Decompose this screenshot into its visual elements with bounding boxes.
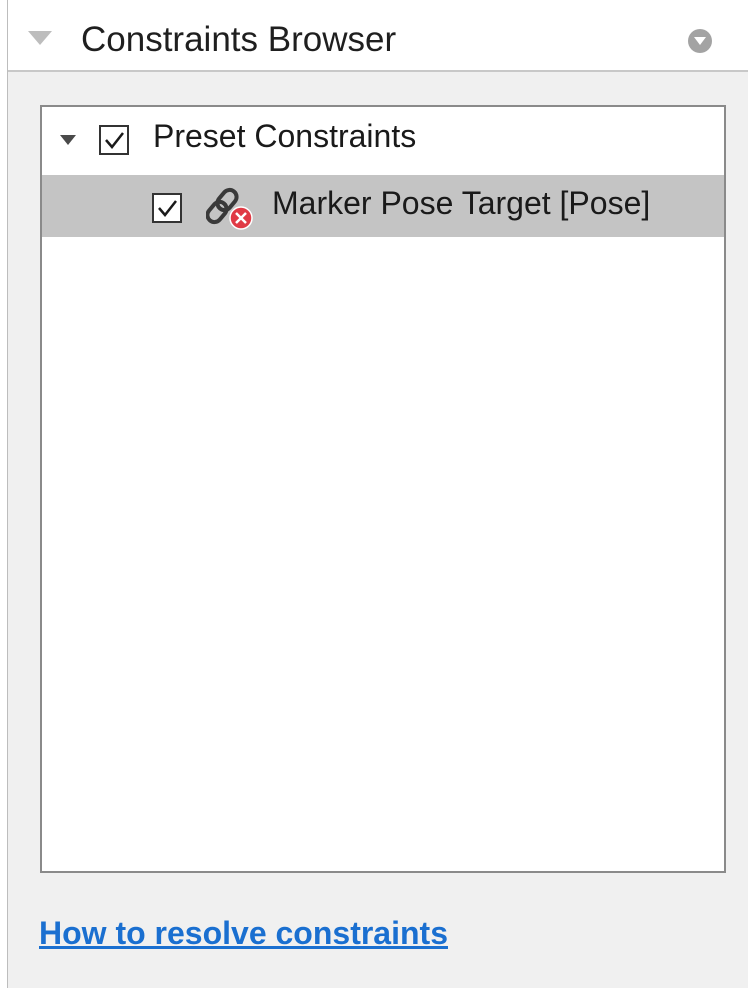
tree-item-marker-pose-target[interactable]: Marker Pose Target [Pose] xyxy=(42,175,724,237)
checkmark-icon xyxy=(158,200,177,217)
preset-constraints-checkbox[interactable] xyxy=(99,125,129,155)
expand-triangle-icon[interactable] xyxy=(58,133,78,147)
panel-title: Constraints Browser xyxy=(81,20,397,59)
marker-pose-target-checkbox[interactable] xyxy=(152,193,182,223)
broken-link-error-icon xyxy=(205,185,256,233)
constraints-tree[interactable]: Preset Constraints Marker Pose Target [P… xyxy=(40,105,726,873)
checkmark-icon xyxy=(105,132,124,149)
panel-header: Constraints Browser xyxy=(8,0,748,72)
collapse-panel-icon[interactable] xyxy=(26,28,54,48)
panel-menu-icon[interactable] xyxy=(685,26,715,56)
tree-item-label: Marker Pose Target [Pose] xyxy=(272,185,651,221)
resolve-constraints-help-link[interactable]: How to resolve constraints xyxy=(39,913,448,953)
constraints-browser-panel: Constraints Browser Preset Constraints M… xyxy=(7,0,748,988)
tree-item-preset-constraints[interactable]: Preset Constraints xyxy=(42,107,724,169)
tree-item-label: Preset Constraints xyxy=(153,118,417,154)
